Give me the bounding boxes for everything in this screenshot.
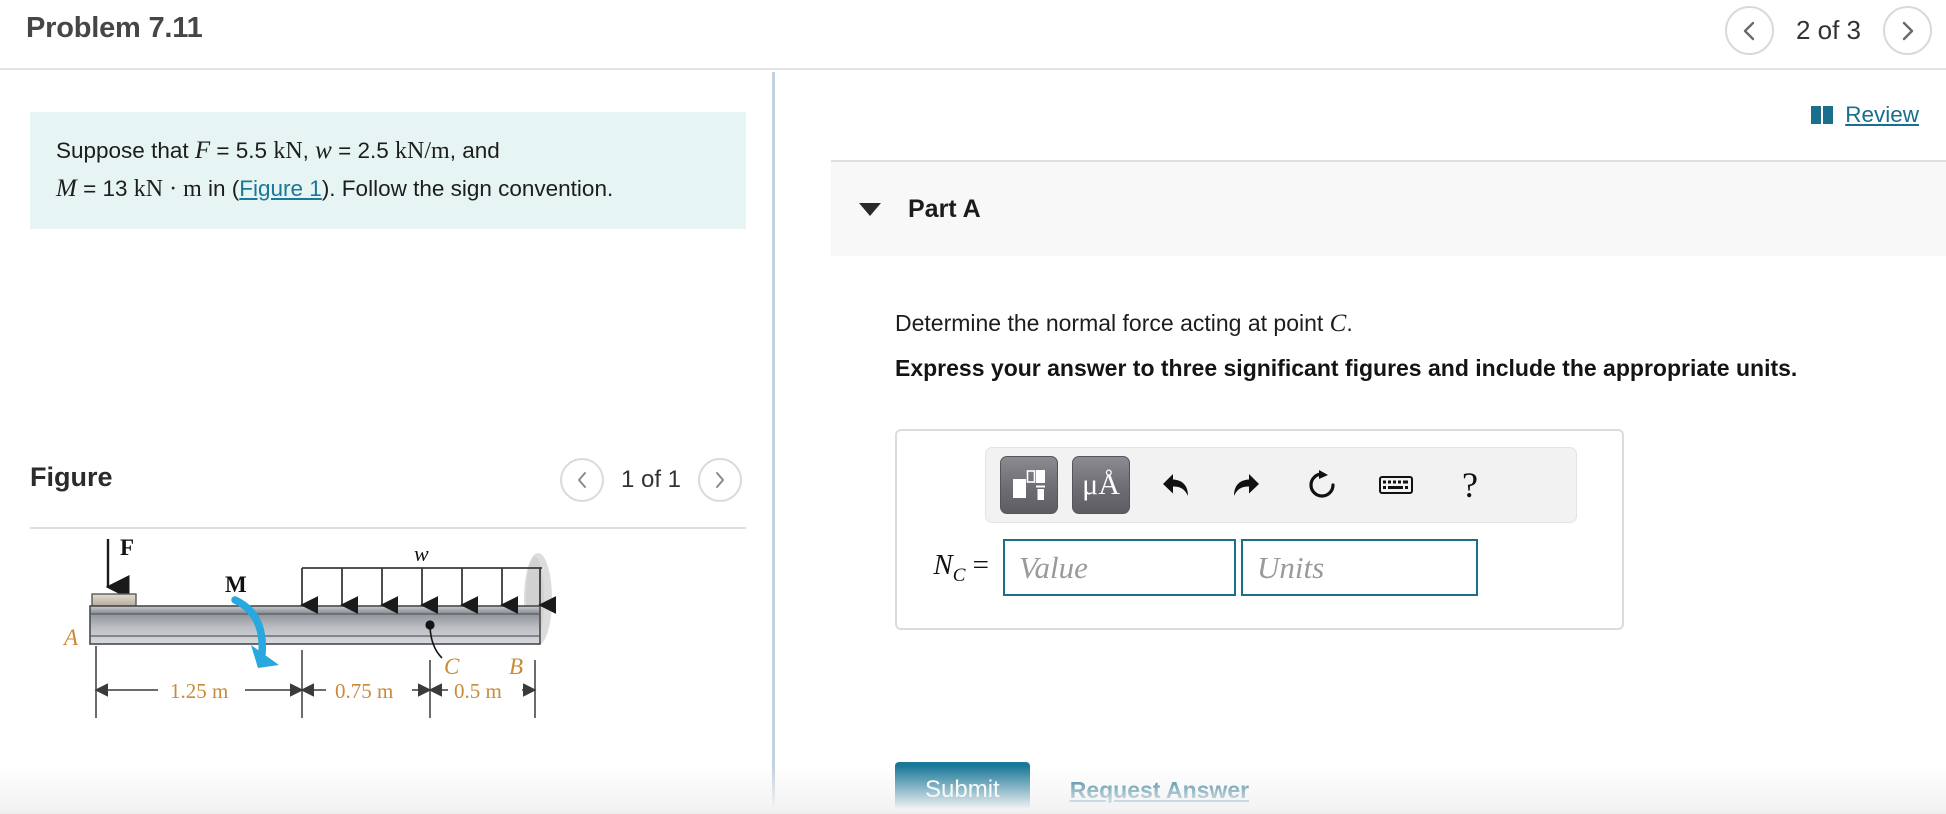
review-row: Review	[1810, 102, 1919, 128]
variable-M: M	[56, 174, 77, 202]
figure-1-link[interactable]: Figure 1	[239, 176, 322, 201]
figure-divider	[30, 527, 746, 529]
previous-figure-button[interactable]	[559, 458, 604, 502]
chevron-right-icon	[716, 472, 724, 488]
value-input[interactable]	[1003, 539, 1236, 596]
figure-navigation: 1 of 1	[559, 458, 742, 502]
statement-eq2: = 2.5	[331, 138, 396, 163]
request-answer-link[interactable]: Request Answer	[1070, 777, 1249, 804]
answer-input-row: NC =	[919, 539, 1478, 596]
svg-text:w: w	[414, 541, 429, 566]
submit-button[interactable]: Submit	[895, 762, 1030, 814]
answer-label-sub: C	[952, 564, 966, 586]
help-icon[interactable]: ?	[1440, 456, 1500, 514]
figure-heading: Figure	[30, 462, 113, 492]
right-panel: Review Part A Determine the normal force…	[775, 72, 1946, 814]
units-input[interactable]	[1241, 539, 1478, 596]
instruction-text: Express your answer to three significant…	[895, 355, 1798, 381]
question-body: Determine the normal force acting at poi…	[895, 310, 1330, 336]
part-a-label: Part A	[908, 194, 981, 223]
left-panel: Suppose that F = 5.5 kN, w = 2.5 kN/m, a…	[0, 72, 772, 814]
beam-diagram-svg: F w M C A B 1.25 m 0.75 m 0.5 m	[62, 535, 557, 718]
page-header: Problem 7.11 2 of 3	[0, 0, 1946, 70]
svg-text:1.25 m: 1.25 m	[170, 679, 228, 703]
redo-icon[interactable]	[1218, 456, 1278, 514]
question-variable-C: C	[1329, 310, 1347, 337]
part-a-header[interactable]: Part A	[831, 160, 1946, 256]
chevron-right-icon	[1902, 21, 1913, 40]
action-row: Submit Request Answer	[895, 762, 1249, 814]
page-title: Problem 7.11	[26, 12, 203, 44]
answer-toolbar: μÅ ?	[985, 447, 1577, 523]
statement-and: , and	[449, 138, 500, 163]
question-text: Determine the normal force acting at poi…	[895, 310, 1915, 338]
svg-text:0.5 m: 0.5 m	[454, 679, 502, 703]
chevron-left-icon	[577, 472, 586, 488]
answer-entry-box: μÅ ? NC = Value Units	[895, 429, 1624, 630]
figure-header: Figure 1 of 1	[30, 458, 746, 520]
beam-figure[interactable]: F w M C A B 1.25 m 0.75 m 0.5 m	[30, 532, 746, 814]
unit-kN-m: kN · m	[133, 175, 202, 202]
previous-problem-button[interactable]	[1724, 6, 1774, 55]
unit-kN-per-m: kN/m	[395, 138, 450, 164]
math-template-icon[interactable]	[1000, 456, 1058, 514]
svg-text:F: F	[120, 535, 134, 560]
svg-text:C: C	[444, 654, 460, 679]
statement-comma: ,	[302, 138, 316, 163]
reset-icon[interactable]	[1292, 456, 1352, 514]
statement-suffix: ). Follow the sign convention.	[321, 175, 614, 201]
next-problem-button[interactable]	[1883, 6, 1932, 55]
svg-text:B: B	[509, 654, 523, 679]
svg-text:A: A	[62, 625, 79, 650]
problem-statement: Suppose that F = 5.5 kN, w = 2.5 kN/m, a…	[30, 112, 746, 230]
problem-navigation: 2 of 3	[1724, 6, 1932, 55]
statement-eq3: = 13	[76, 175, 134, 201]
undo-icon[interactable]	[1144, 456, 1204, 514]
answer-label-eq: =	[965, 548, 989, 581]
caret-down-icon[interactable]	[859, 202, 881, 216]
problem-page: Problem 7.11 2 of 3 Suppose that F = 5.5…	[0, 0, 1946, 814]
next-figure-button[interactable]	[698, 458, 742, 502]
book-icon	[1810, 105, 1835, 125]
problem-counter: 2 of 3	[1795, 15, 1861, 45]
svg-text:0.75 m: 0.75 m	[335, 679, 393, 703]
question-period: .	[1346, 310, 1353, 336]
svg-text:M: M	[225, 572, 247, 597]
variable-F: F	[194, 137, 211, 164]
units-icon[interactable]: μÅ	[1072, 456, 1130, 514]
figure-counter: 1 of 1	[620, 466, 681, 493]
chevron-left-icon	[1744, 21, 1755, 40]
answer-label-N: N	[933, 548, 953, 581]
answer-label: NC =	[919, 549, 989, 587]
variable-w: w	[315, 137, 332, 164]
unit-kN: kN	[273, 138, 303, 164]
keyboard-icon[interactable]	[1366, 456, 1426, 514]
statement-in: in (	[201, 175, 240, 201]
statement-eq1: = 5.5	[210, 138, 274, 163]
review-link[interactable]: Review	[1845, 102, 1919, 128]
statement-prefix: Suppose that	[56, 138, 195, 163]
